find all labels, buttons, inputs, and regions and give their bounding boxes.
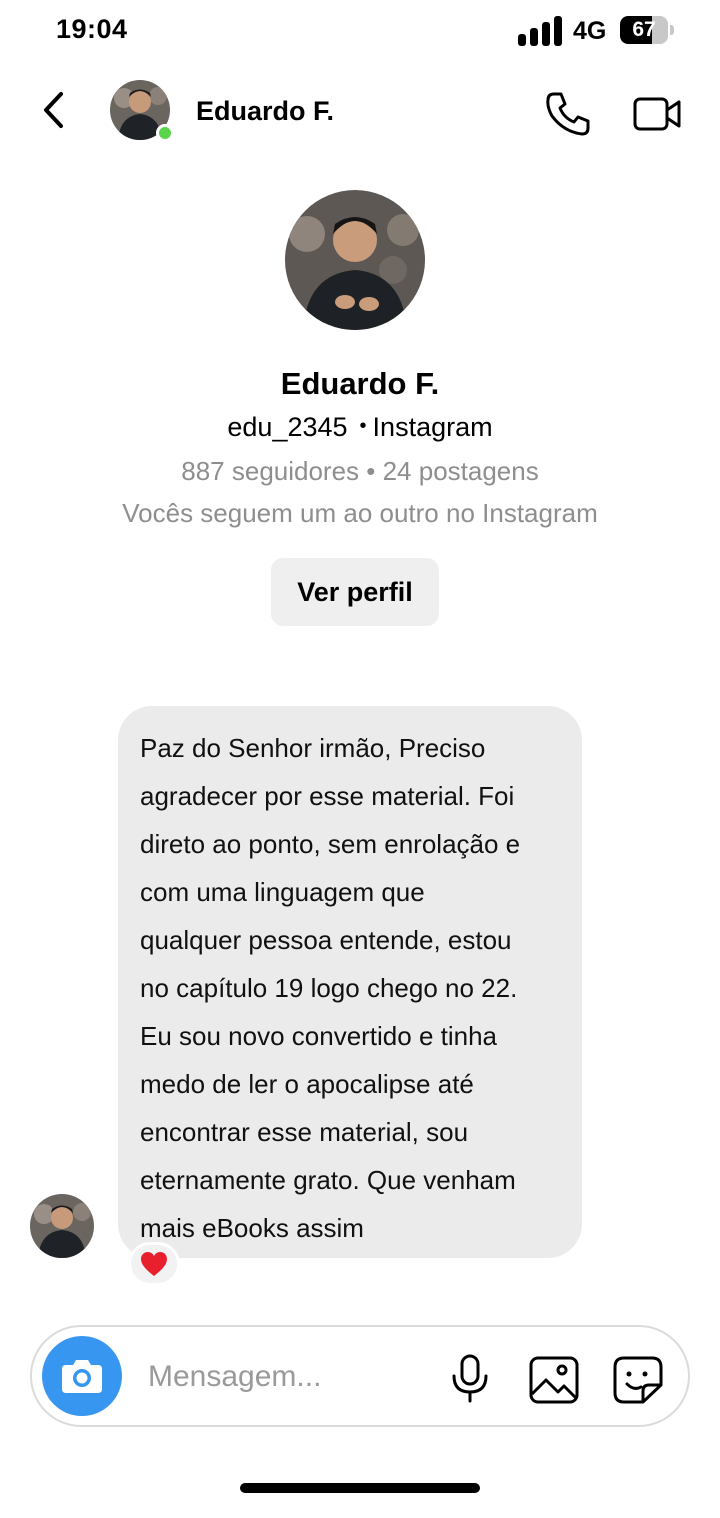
battery-percent: 67	[632, 18, 656, 41]
message-line: medo de ler o apocalipse até	[140, 1069, 474, 1099]
voice-message-button[interactable]	[448, 1353, 492, 1405]
chat-header: Eduardo F.	[0, 64, 720, 160]
message-reaction[interactable]	[128, 1242, 180, 1286]
status-bar: 19:04 4G 67	[0, 0, 720, 64]
voice-call-button[interactable]	[544, 90, 594, 138]
message-input[interactable]	[148, 1355, 428, 1399]
message-line: Eu sou novo convertido e tinha	[140, 1021, 498, 1051]
camera-button[interactable]	[42, 1336, 122, 1416]
back-button[interactable]	[34, 90, 74, 130]
message-line: agradecer por esse material. Foi	[140, 781, 515, 811]
profile-name: Eduardo F.	[280, 366, 440, 401]
heart-icon	[141, 1252, 167, 1276]
online-status-dot	[156, 124, 174, 142]
separator-dot: •	[359, 415, 367, 437]
network-type: 4G	[573, 17, 607, 45]
header-name[interactable]: Eduardo F.	[196, 96, 334, 127]
microphone-icon	[452, 1354, 488, 1403]
message-line: Paz do Senhor irmão, Preciso	[140, 733, 486, 763]
home-indicator	[240, 1483, 480, 1493]
sticker-icon	[613, 1356, 663, 1404]
video-camera-icon	[633, 97, 681, 131]
message-line: encontrar esse material, sou	[140, 1117, 469, 1147]
phone-icon	[546, 92, 590, 136]
image-icon	[529, 1356, 579, 1404]
message-sender-avatar[interactable]	[30, 1194, 94, 1258]
signal-icon	[518, 16, 564, 46]
message-composer	[30, 1325, 690, 1427]
profile-handle: edu_2345	[227, 412, 348, 442]
profile-platform: Instagram	[372, 412, 493, 442]
profile-mutual-follow: Vocês seguem um ao outro no Instagram	[122, 498, 598, 528]
status-time: 19:04	[56, 14, 128, 44]
profile-avatar[interactable]	[285, 190, 425, 330]
gallery-button[interactable]	[528, 1355, 580, 1405]
message-line: qualquer pessoa entende, estou	[140, 925, 512, 955]
profile-handle-line: edu_2345 • Instagram	[0, 412, 720, 443]
video-call-button[interactable]	[632, 94, 684, 134]
message-line: direto ao ponto, sem enrolação e	[140, 829, 521, 859]
message-line: com uma linguagem que	[140, 877, 425, 907]
message-line: eternamente grato. Que venham	[140, 1165, 516, 1195]
camera-icon	[62, 1360, 102, 1393]
message-line: mais eBooks assim	[140, 1213, 364, 1243]
sticker-button[interactable]	[612, 1355, 664, 1405]
profile-stats: 887 seguidores • 24 postagens	[181, 456, 539, 486]
battery-icon: 67	[620, 16, 674, 44]
message-bubble[interactable]: Paz do Senhor irmão, Preciso agradecer p…	[118, 706, 582, 1258]
message-line: no capítulo 19 logo chego no 22.	[140, 973, 518, 1003]
view-profile-button[interactable]: Ver perfil	[271, 558, 439, 626]
chevron-left-icon	[44, 92, 63, 128]
